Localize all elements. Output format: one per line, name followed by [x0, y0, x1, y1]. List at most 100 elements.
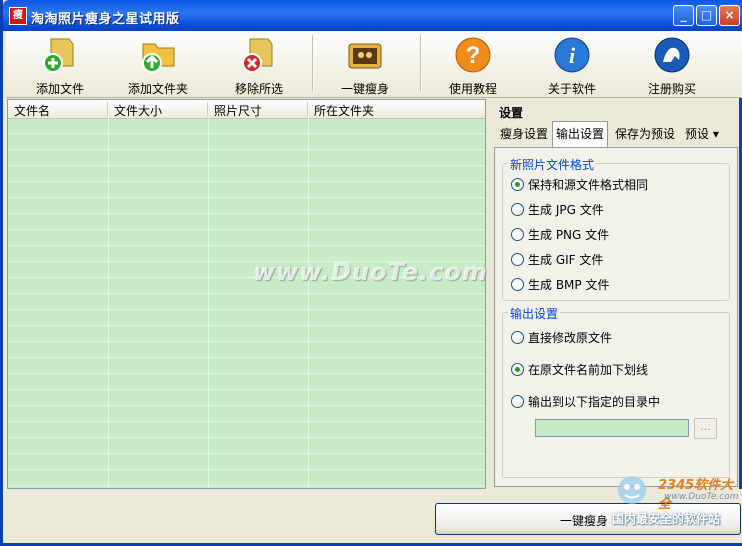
column-divider — [108, 118, 109, 488]
pane-splitter[interactable] — [487, 99, 491, 489]
empty-list-row — [8, 374, 485, 390]
remove-selected-label: 移除所选 — [234, 82, 283, 96]
add-folder-icon — [142, 43, 175, 73]
empty-list-row — [8, 118, 485, 134]
title-bar[interactable]: 瘦 淘淘照片瘦身之星试用版 _ □ × — [3, 0, 742, 31]
overlay-logo: 2345软件大全 www.DuoTe.com 国内最安全的软件站 — [606, 470, 742, 530]
empty-list-row — [8, 438, 485, 454]
logo-slogan: 国内最安全的软件站 — [612, 512, 721, 526]
empty-list-row — [8, 470, 485, 486]
main-window: 瘦 淘淘照片瘦身之星试用版 _ □ × 添加文件 添加文件夹 移除所选 一键瘦身… — [0, 0, 742, 546]
empty-list-row — [8, 342, 485, 358]
run-slim-label: 一键瘦身 — [560, 514, 609, 528]
window-title: 淘淘照片瘦身之星试用版 — [31, 12, 180, 27]
browse-button[interactable]: ... — [694, 418, 717, 439]
radio-icon — [511, 395, 524, 408]
radio-icon — [511, 331, 524, 344]
about-button[interactable]: i 关于软件 — [533, 34, 611, 96]
tutorial-button[interactable]: ? 使用教程 — [434, 34, 512, 96]
column-divider — [308, 118, 309, 488]
empty-list-row — [8, 358, 485, 374]
column-header-filename[interactable]: 文件名 — [8, 102, 108, 118]
format-group: 新照片文件格式 保持和源文件格式相同 生成 JPG 文件 生成 PNG 文件 生… — [502, 156, 730, 301]
maximize-button[interactable]: □ — [696, 5, 717, 26]
add-file-button[interactable]: 添加文件 — [21, 34, 99, 96]
empty-list-row — [8, 422, 485, 438]
output-directory-field[interactable] — [535, 419, 689, 437]
tutorial-label: 使用教程 — [448, 82, 497, 96]
toolbar: 添加文件 添加文件夹 移除所选 一键瘦身 ? 使用教程 i 关于软件 注册购买 — [6, 31, 742, 98]
settings-tabs: 瘦身设置 输出设置 保存为预设 预设 ▾ — [492, 121, 738, 147]
add-file-label: 添加文件 — [35, 82, 84, 96]
file-list[interactable]: 文件名 文件大小 照片尺寸 所在文件夹 — [7, 99, 486, 489]
add-file-icon — [43, 38, 74, 73]
format-option-label: 生成 GIF 文件 — [528, 253, 604, 267]
empty-list-row — [8, 390, 485, 406]
minimize-button[interactable]: _ — [673, 5, 694, 26]
tab-slim-settings[interactable]: 瘦身设置 — [497, 123, 551, 145]
column-header-folder[interactable]: 所在文件夹 — [308, 102, 485, 118]
register-button[interactable]: 注册购买 — [633, 34, 711, 96]
empty-list-row — [8, 150, 485, 166]
output-option-label: 在原文件名前加下划线 — [528, 363, 649, 377]
empty-list-row — [8, 406, 485, 422]
remove-selected-button[interactable]: 移除所选 — [220, 34, 298, 96]
output-option-directory[interactable]: 输出到以下指定的目录中 — [511, 394, 660, 410]
format-option-label: 保持和源文件格式相同 — [528, 178, 649, 192]
empty-list-row — [8, 294, 485, 310]
radio-selected-icon — [511, 178, 524, 191]
add-folder-label: 添加文件夹 — [127, 82, 188, 96]
empty-list-row — [8, 134, 485, 150]
slim-photo-label: 一键瘦身 — [340, 82, 389, 96]
toolbar-separator — [312, 35, 314, 91]
file-list-header: 文件名 文件大小 照片尺寸 所在文件夹 — [8, 100, 485, 119]
help-icon: ? — [455, 37, 491, 73]
toolbar-separator — [420, 35, 422, 91]
empty-list-row — [8, 166, 485, 182]
radio-icon — [511, 253, 524, 266]
add-folder-button[interactable]: 添加文件夹 — [119, 34, 197, 96]
output-settings-panel: 新照片文件格式 保持和源文件格式相同 生成 JPG 文件 生成 PNG 文件 生… — [494, 147, 738, 487]
mascot-icon — [618, 476, 646, 504]
tab-save-preset[interactable]: 保存为预设 — [612, 123, 678, 145]
format-option-bmp[interactable]: 生成 BMP 文件 — [511, 277, 609, 293]
empty-list-row — [8, 198, 485, 214]
tab-preset-dropdown[interactable]: 预设 ▾ — [682, 123, 722, 145]
close-button[interactable]: × — [719, 5, 740, 26]
output-option-overwrite[interactable]: 直接修改原文件 — [511, 330, 612, 346]
register-icon — [654, 37, 690, 73]
tab-output-settings[interactable]: 输出设置 — [552, 121, 609, 147]
format-option-label: 生成 BMP 文件 — [528, 278, 610, 292]
radio-icon — [511, 278, 524, 291]
empty-list-row — [8, 454, 485, 470]
info-icon: i — [554, 37, 590, 73]
empty-list-row — [8, 182, 485, 198]
format-option-label: 生成 PNG 文件 — [528, 228, 610, 242]
format-group-title: 新照片文件格式 — [508, 156, 597, 173]
column-header-filesize[interactable]: 文件大小 — [108, 102, 208, 118]
format-option-png[interactable]: 生成 PNG 文件 — [511, 227, 609, 243]
watermark: www.DuoTe.com — [253, 258, 488, 286]
slim-photo-button[interactable]: 一键瘦身 — [326, 34, 404, 96]
output-group: 输出设置 直接修改原文件 在原文件名前加下划线 输出到以下指定的目录中 ... — [502, 305, 730, 478]
logo-url: www.DuoTe.com — [664, 492, 739, 502]
output-group-title: 输出设置 — [508, 305, 561, 322]
format-option-gif[interactable]: 生成 GIF 文件 — [511, 252, 603, 268]
column-header-dimensions[interactable]: 照片尺寸 — [208, 102, 308, 118]
svg-text:i: i — [569, 43, 576, 68]
format-option-jpg[interactable]: 生成 JPG 文件 — [511, 202, 604, 218]
format-option-same[interactable]: 保持和源文件格式相同 — [511, 177, 648, 193]
empty-list-row — [8, 310, 485, 326]
svg-text:?: ? — [466, 42, 481, 69]
app-icon: 瘦 — [9, 7, 27, 25]
radio-icon — [511, 203, 524, 216]
empty-list-row — [8, 230, 485, 246]
radio-icon — [511, 228, 524, 241]
output-option-label: 直接修改原文件 — [528, 331, 613, 345]
output-option-underscore-prefix[interactable]: 在原文件名前加下划线 — [511, 362, 648, 378]
about-label: 关于软件 — [547, 82, 596, 96]
format-option-label: 生成 JPG 文件 — [528, 203, 604, 217]
register-label: 注册购买 — [647, 82, 696, 96]
slim-photo-icon — [348, 43, 382, 69]
output-option-label: 输出到以下指定的目录中 — [528, 395, 661, 409]
